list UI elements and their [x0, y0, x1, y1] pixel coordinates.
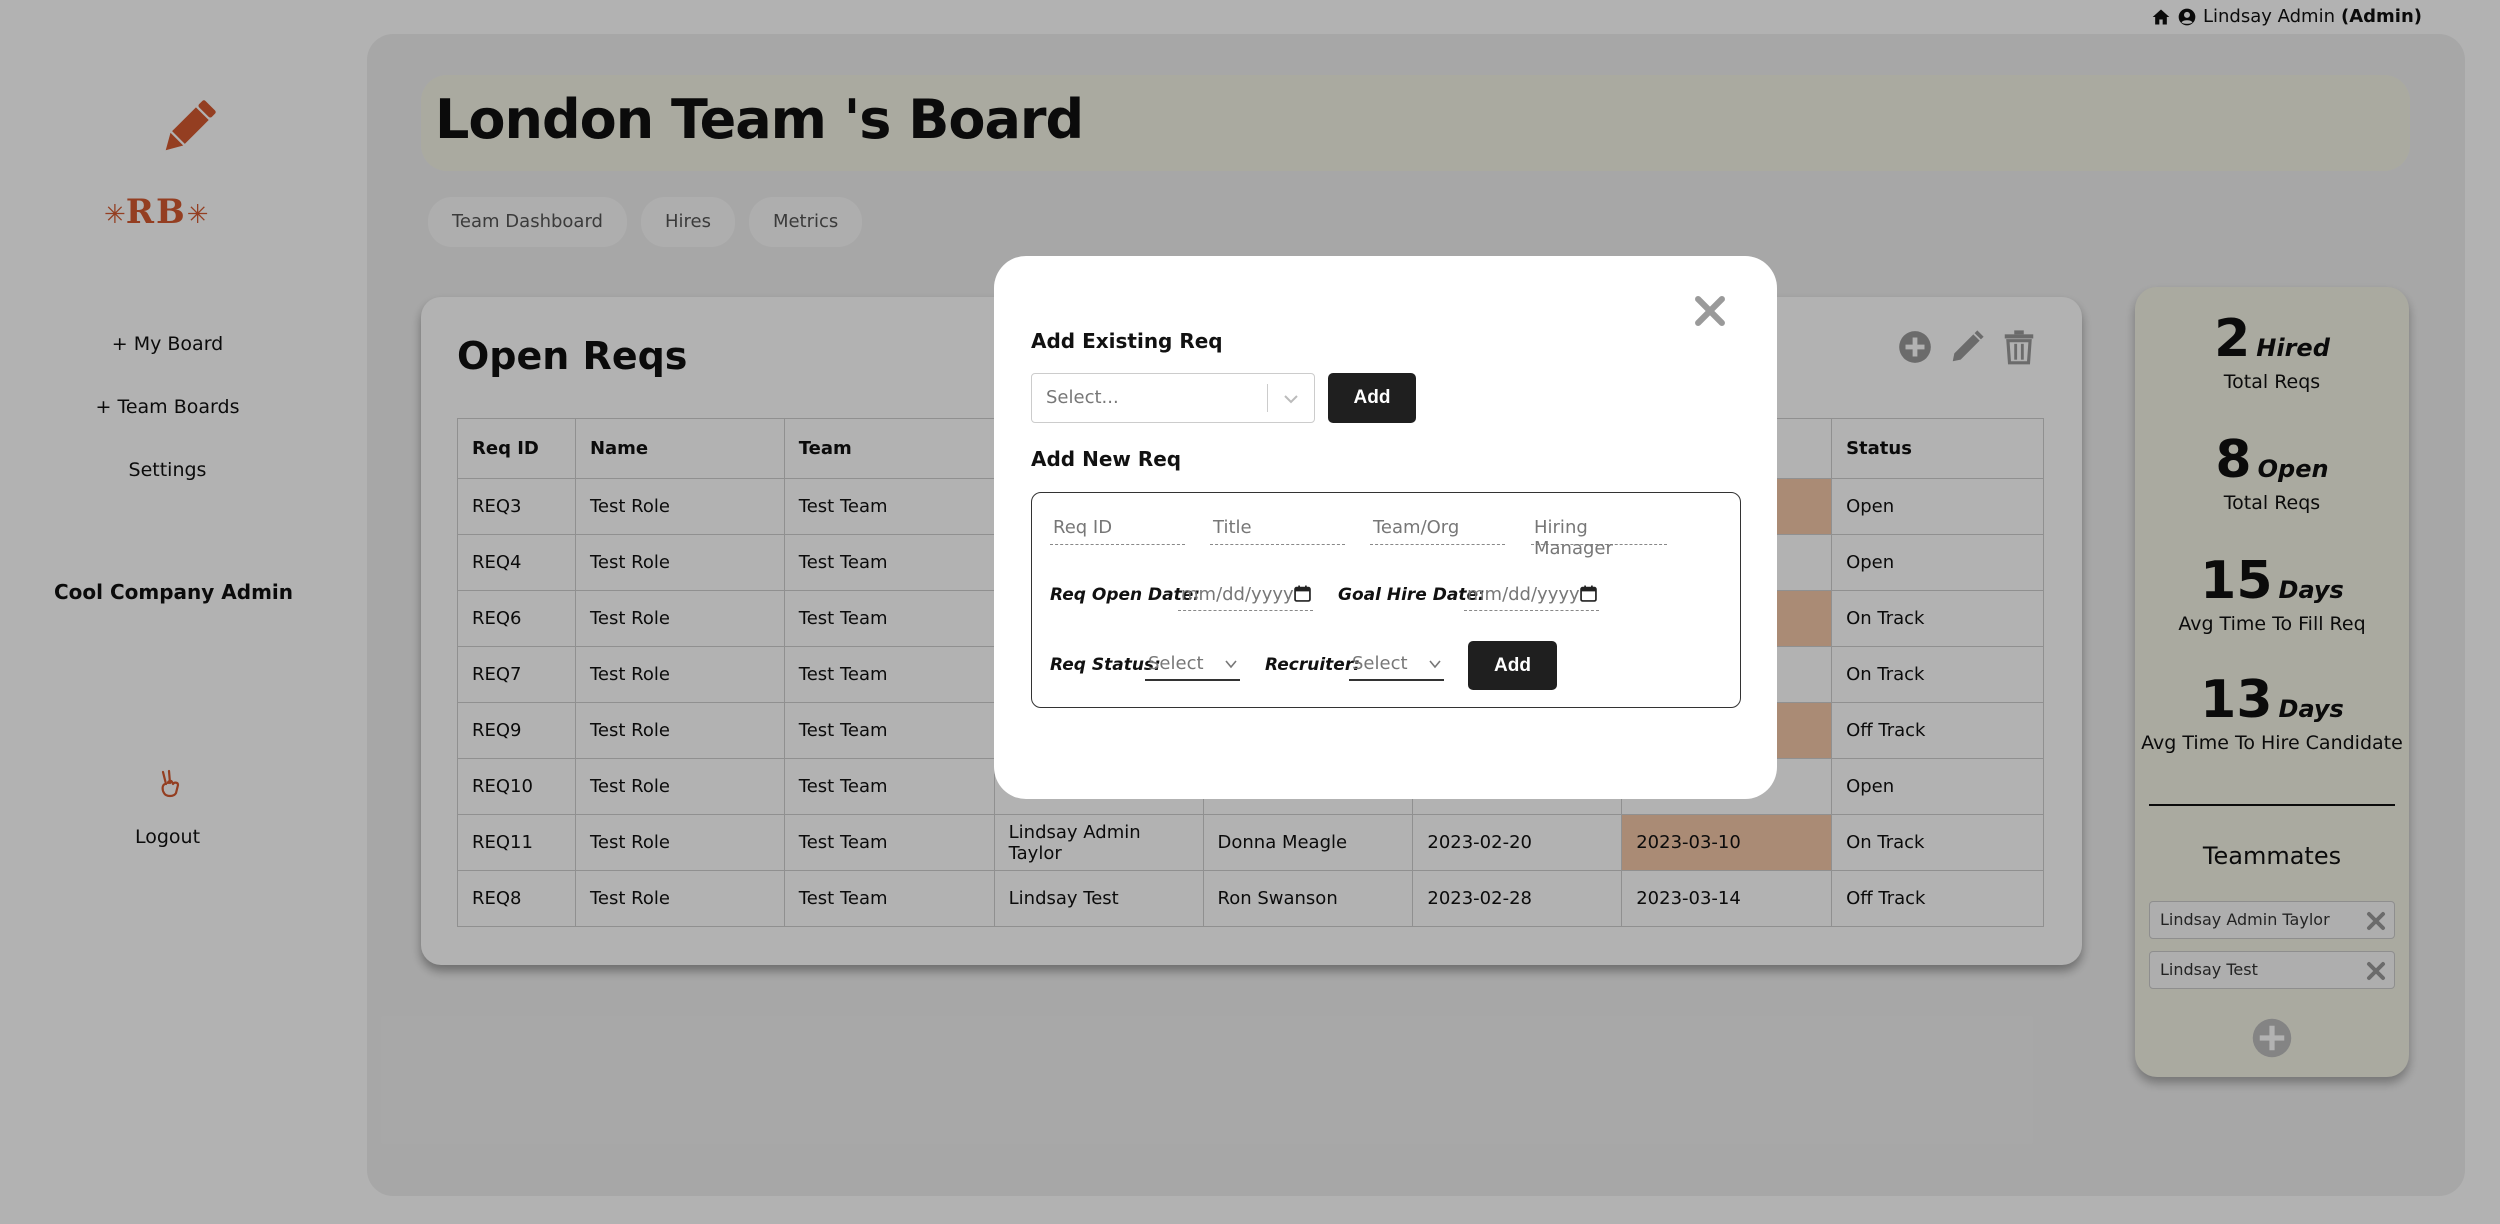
add-new-heading: Add New Req: [1031, 447, 1182, 471]
close-icon[interactable]: [1693, 294, 1727, 328]
title-input[interactable]: Title: [1210, 505, 1345, 545]
date-placeholder: mm/dd/yyyy: [1181, 584, 1294, 605]
chevron-down-icon: [1284, 395, 1298, 404]
team-org-input[interactable]: Team/Org: [1370, 505, 1505, 545]
recruiter-label: Recruiter:: [1265, 655, 1361, 675]
add-existing-heading: Add Existing Req: [1031, 329, 1223, 353]
chevron-down-icon: [1429, 660, 1441, 669]
goal-date-input[interactable]: mm/dd/yyyy: [1464, 575, 1599, 611]
add-new-req-button[interactable]: Add: [1468, 641, 1557, 690]
calendar-icon[interactable]: [1294, 585, 1311, 602]
calendar-icon[interactable]: [1580, 585, 1597, 602]
select-separator: [1267, 384, 1268, 412]
new-req-form: Req ID Title Team/Org Hiring Manager Req…: [1031, 492, 1741, 708]
req-status-select[interactable]: Select: [1145, 643, 1240, 681]
recruiter-select[interactable]: Select: [1349, 643, 1444, 681]
add-existing-button[interactable]: Add: [1328, 373, 1416, 423]
add-req-modal: Add Existing Req Select... Add Add New R…: [994, 256, 1777, 799]
date-placeholder: mm/dd/yyyy: [1467, 584, 1580, 605]
goal-date-label: Goal Hire Date:: [1338, 585, 1485, 605]
select-placeholder: Select: [1352, 653, 1408, 674]
select-placeholder: Select...: [1046, 387, 1119, 408]
hiring-manager-input[interactable]: Hiring Manager: [1531, 505, 1667, 559]
select-placeholder: Select: [1148, 653, 1204, 674]
existing-req-select[interactable]: Select...: [1031, 373, 1315, 423]
open-date-input[interactable]: mm/dd/yyyy: [1178, 575, 1313, 611]
req-id-input[interactable]: Req ID: [1050, 505, 1185, 545]
chevron-down-icon: [1225, 660, 1237, 669]
